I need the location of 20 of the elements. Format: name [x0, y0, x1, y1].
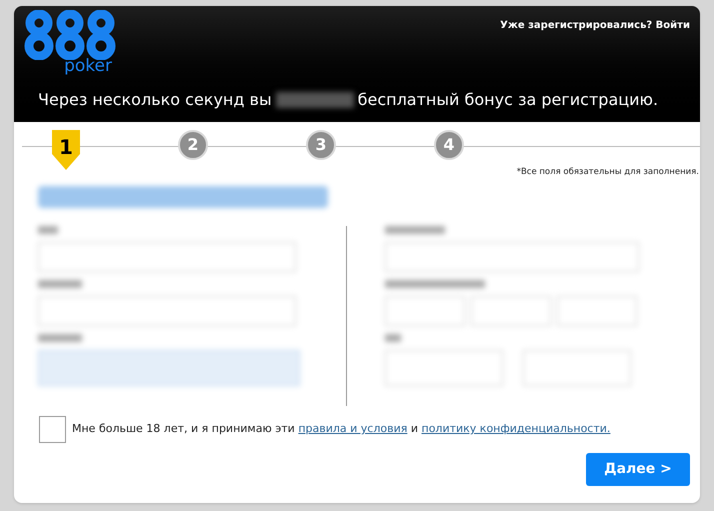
login-link[interactable]: Уже зарегистрировались? Войти: [500, 18, 690, 74]
blurred-label: [38, 280, 82, 288]
privacy-link[interactable]: политику конфиденциальности.: [422, 422, 610, 436]
blurred-label: [38, 226, 58, 234]
logo-icon: [24, 10, 116, 60]
step-marker: 1: [52, 130, 80, 170]
logo-text: poker: [64, 58, 112, 74]
blurred-label: [385, 226, 445, 234]
promo-text: бесплатный бонус за регистрацию.: [358, 89, 658, 111]
next-button[interactable]: Далее >: [586, 453, 690, 486]
step-marker: 3: [306, 130, 336, 160]
blurred-label: [38, 334, 82, 342]
blurred-label: [385, 334, 401, 342]
step-marker: 4: [434, 130, 464, 160]
consent-text: Мне больше 18 лет, и я принимаю эти правила и условия и политику конфиденциальности.: [72, 421, 610, 438]
promo-text: Через несколько секунд вы: [38, 89, 272, 111]
step-marker: 2: [178, 130, 208, 160]
required-note: *Все поля обязательны для заполнения.: [516, 166, 699, 179]
age-checkbox[interactable]: [39, 416, 66, 443]
terms-link[interactable]: правила и условия: [298, 422, 408, 436]
